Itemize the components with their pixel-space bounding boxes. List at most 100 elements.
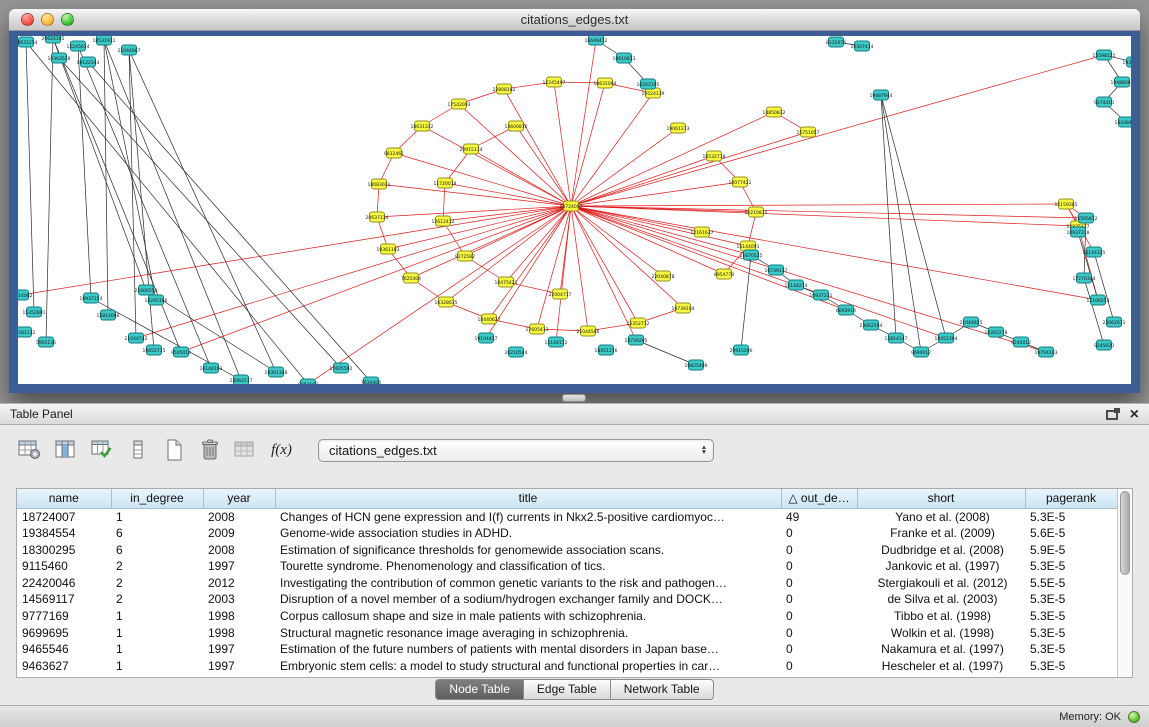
network-node[interactable]: 14600816 bbox=[505, 121, 528, 131]
delete-button[interactable] bbox=[196, 437, 223, 464]
network-edge[interactable] bbox=[571, 206, 1046, 352]
network-node[interactable]: 17605592 bbox=[330, 363, 353, 373]
network-node[interactable]: 9272582 bbox=[455, 251, 475, 261]
network-edge[interactable] bbox=[571, 40, 596, 206]
network-node[interactable]: 17542093 bbox=[448, 99, 471, 109]
network-edge[interactable] bbox=[46, 38, 53, 342]
network-node[interactable]: 19122144 bbox=[77, 57, 100, 67]
network-edge[interactable] bbox=[537, 206, 571, 329]
network-node[interactable]: 15144335 bbox=[1083, 247, 1106, 257]
network-node[interactable]: 22808182 bbox=[493, 84, 516, 94]
table-settings-button[interactable] bbox=[16, 437, 43, 464]
network-node[interactable]: 15144172 bbox=[545, 337, 568, 347]
network-canvas[interactable]: 1872400719524139186310941224549722808182… bbox=[18, 36, 1131, 384]
new-document-button[interactable] bbox=[160, 437, 187, 464]
network-node[interactable]: 20624105 bbox=[42, 36, 65, 43]
network-node[interactable]: 22004717 bbox=[549, 289, 572, 299]
network-node[interactable]: 10262195 bbox=[637, 79, 660, 89]
network-node[interactable]: 21044586 bbox=[577, 326, 600, 336]
column-header-name[interactable]: name bbox=[17, 489, 111, 508]
network-edge[interactable] bbox=[471, 149, 571, 206]
network-node[interactable]: 21044667 bbox=[118, 45, 141, 55]
network-node[interactable]: 18739295 bbox=[625, 335, 648, 345]
network-node[interactable]: 12245614 bbox=[67, 41, 90, 51]
network-node[interactable]: 19610813 bbox=[613, 53, 636, 63]
network-edge[interactable] bbox=[516, 126, 571, 206]
network-node[interactable]: 12612412 bbox=[432, 216, 455, 226]
table-row[interactable]: 2242004622012Investigating the contribut… bbox=[17, 575, 1117, 592]
network-node[interactable]: 17270344 bbox=[1073, 273, 1096, 283]
network-edge[interactable] bbox=[21, 206, 571, 295]
network-node[interactable]: 6693914 bbox=[836, 305, 856, 315]
network-node[interactable]: 15352891 bbox=[23, 307, 46, 317]
network-node[interactable]: 15751057 bbox=[797, 127, 820, 137]
network-edge[interactable] bbox=[59, 58, 341, 368]
column-header-out_degree[interactable]: △ out_de… bbox=[781, 489, 857, 508]
network-node[interactable]: 10077422 bbox=[729, 177, 752, 187]
network-edge[interactable] bbox=[1084, 278, 1104, 345]
network-node[interactable]: 19104437 bbox=[475, 333, 498, 343]
network-edge[interactable] bbox=[571, 206, 946, 338]
network-node[interactable]: 19487944 bbox=[870, 90, 893, 100]
table-row[interactable]: 946362711997Embryonic stem cells: a mode… bbox=[17, 658, 1117, 675]
network-node[interactable]: 18739104 bbox=[672, 303, 695, 313]
close-button[interactable] bbox=[21, 13, 34, 26]
network-edge[interactable] bbox=[504, 89, 571, 206]
network-node[interactable]: 15144214 bbox=[785, 280, 808, 290]
column-header-pagerank[interactable]: pagerank bbox=[1025, 489, 1117, 508]
network-edge[interactable] bbox=[571, 93, 653, 206]
network-node[interactable]: 9245020 bbox=[1094, 340, 1114, 350]
network-node[interactable]: 7625404 bbox=[401, 273, 421, 283]
network-edge[interactable] bbox=[104, 40, 241, 380]
show-columns-button[interactable] bbox=[52, 437, 79, 464]
network-node[interactable]: 23062594 bbox=[860, 320, 883, 330]
network-edge[interactable] bbox=[129, 50, 276, 372]
function-builder-button[interactable]: f(x) bbox=[268, 437, 295, 464]
network-edge[interactable] bbox=[136, 206, 571, 338]
network-node[interactable]: 18631254 bbox=[18, 37, 38, 47]
network-edge[interactable] bbox=[379, 184, 571, 206]
network-node[interactable]: 20637134 bbox=[366, 212, 389, 222]
network-edge[interactable] bbox=[571, 206, 636, 340]
network-node[interactable]: 7634404 bbox=[361, 377, 381, 384]
network-node[interactable]: 10475421 bbox=[495, 277, 518, 287]
network-node[interactable]: 18631332 bbox=[411, 121, 434, 131]
network-node[interactable]: 18083021 bbox=[368, 179, 391, 189]
network-edge[interactable] bbox=[881, 95, 896, 338]
network-edge[interactable] bbox=[571, 128, 678, 206]
table-scrollbar-thumb[interactable] bbox=[1120, 491, 1130, 575]
network-node[interactable]: 17605413 bbox=[526, 324, 549, 334]
network-node[interactable]: 15814147 bbox=[885, 333, 908, 343]
close-panel-icon[interactable]: × bbox=[1130, 405, 1139, 425]
network-edge[interactable] bbox=[78, 46, 211, 368]
network-node[interactable]: 20915114 bbox=[460, 144, 483, 154]
network-node[interactable]: 9245012 bbox=[1011, 337, 1031, 347]
network-node[interactable]: 18451216 bbox=[595, 345, 618, 355]
table-row[interactable]: 1830029562008Estimation of significance … bbox=[17, 542, 1117, 559]
network-node[interactable]: 23062671 bbox=[1103, 317, 1126, 327]
network-edge[interactable] bbox=[571, 83, 605, 206]
table-row[interactable]: 969969511998Structural magnetic resonanc… bbox=[17, 625, 1117, 642]
table-row[interactable]: 911546021997Tourette syndrome. Phenomeno… bbox=[17, 558, 1117, 575]
network-node[interactable]: 14850832 bbox=[763, 107, 786, 117]
network-node[interactable]: 19061373 bbox=[667, 123, 690, 133]
network-node[interactable]: 8954778 bbox=[714, 269, 734, 279]
network-edge[interactable] bbox=[571, 156, 714, 206]
network-node[interactable]: 5905136 bbox=[36, 337, 56, 347]
network-node[interactable]: 14438415 bbox=[1115, 117, 1131, 127]
table-row[interactable]: 946554611997Estimation of the future num… bbox=[17, 641, 1117, 658]
network-node[interactable]: 19488086 bbox=[1111, 77, 1131, 87]
network-edge[interactable] bbox=[571, 206, 588, 331]
network-node[interactable]: 18631094 bbox=[594, 78, 617, 88]
table-row[interactable]: 1456911722003Disruption of a novel membe… bbox=[17, 591, 1117, 608]
edit-table-button[interactable] bbox=[88, 437, 115, 464]
network-node[interactable]: 16532718 bbox=[703, 151, 726, 161]
network-edge[interactable] bbox=[571, 206, 846, 310]
column-header-title[interactable]: title bbox=[275, 489, 781, 508]
column-header-year[interactable]: year bbox=[203, 489, 275, 508]
network-node[interactable]: 16652715 bbox=[143, 345, 166, 355]
network-node[interactable]: 15595812 bbox=[1075, 213, 1098, 223]
network-node[interactable]: 15598125 bbox=[1093, 50, 1116, 60]
network-edge[interactable] bbox=[445, 183, 571, 206]
table-row[interactable]: 977716911998Corpus callosum shape and si… bbox=[17, 608, 1117, 625]
